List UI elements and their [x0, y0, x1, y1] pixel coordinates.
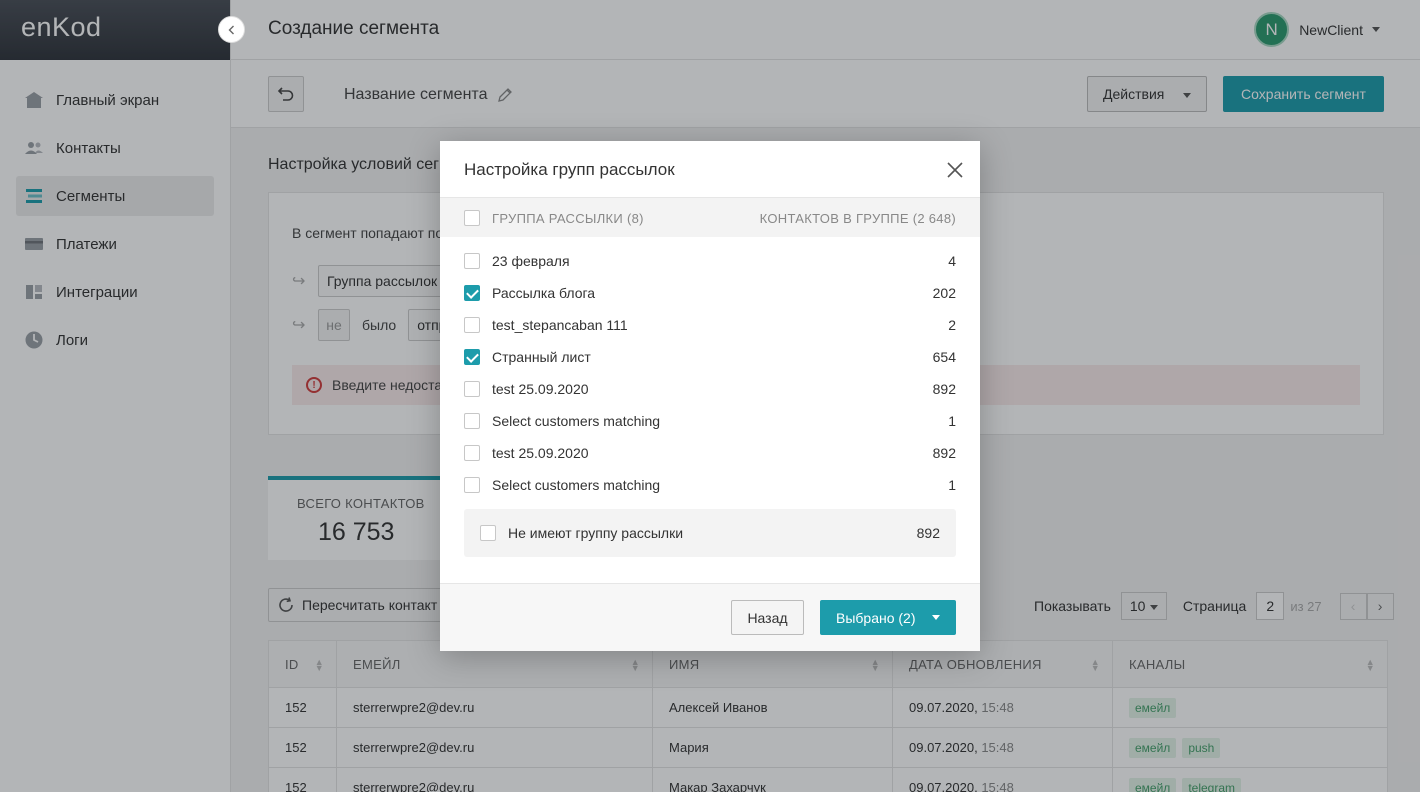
count-column-header: КОНТАКТОВ В ГРУППЕ (2 648) — [759, 211, 956, 226]
close-icon[interactable] — [945, 160, 965, 180]
selected-label: Выбрано (2) — [836, 609, 916, 626]
mailing-groups-modal: Настройка групп рассылок ГРУППА РАССЫЛКИ… — [440, 141, 980, 651]
group-checkbox[interactable] — [464, 445, 480, 461]
list-item[interactable]: Select customers matching 1 — [440, 469, 980, 501]
modal-title: Настройка групп рассылок — [464, 160, 675, 179]
list-item[interactable]: Select customers matching 1 — [440, 405, 980, 437]
group-checkbox[interactable] — [464, 285, 480, 301]
no-group-item[interactable]: Не имеют группу рассылки 892 — [464, 509, 956, 557]
group-name: 23 февраля — [492, 253, 570, 269]
no-group-count: 892 — [916, 525, 940, 541]
list-item[interactable]: Рассылка блога 202 — [440, 277, 980, 309]
group-count: 202 — [932, 285, 956, 301]
back-button[interactable]: Назад — [731, 600, 804, 635]
collapse-sidebar-button[interactable] — [218, 16, 245, 43]
group-count: 1 — [948, 413, 956, 429]
group-count: 4 — [948, 253, 956, 269]
group-count: 654 — [932, 349, 956, 365]
selected-dropdown-button[interactable]: Выбрано (2) — [820, 600, 956, 635]
group-checkbox[interactable] — [464, 349, 480, 365]
groups-header: ГРУППА РАССЫЛКИ (8) КОНТАКТОВ В ГРУППЕ (… — [440, 197, 980, 237]
group-count: 2 — [948, 317, 956, 333]
caret-down-icon — [932, 615, 940, 620]
group-name: test 25.09.2020 — [492, 445, 589, 461]
group-name: test_stepancaban 111 — [492, 317, 628, 333]
group-count: 1 — [948, 477, 956, 493]
group-name: Странный лист — [492, 349, 591, 365]
group-count: 892 — [932, 381, 956, 397]
no-group-checkbox[interactable] — [480, 525, 496, 541]
list-item[interactable]: test 25.09.2020 892 — [440, 437, 980, 469]
select-all-checkbox[interactable] — [464, 210, 480, 226]
group-checkbox[interactable] — [464, 477, 480, 493]
group-checkbox[interactable] — [464, 317, 480, 333]
group-name: Select customers matching — [492, 477, 661, 493]
modal-footer: Назад Выбрано (2) — [440, 583, 980, 651]
list-item[interactable]: Странный лист 654 — [440, 341, 980, 373]
group-checkbox[interactable] — [464, 413, 480, 429]
groups-list: 23 февраля 4 Рассылка блога 202 test_ste… — [440, 245, 980, 501]
group-checkbox[interactable] — [464, 253, 480, 269]
group-name: Рассылка блога — [492, 285, 596, 301]
chevron-left-icon — [228, 25, 234, 34]
group-count: 892 — [932, 445, 956, 461]
group-checkbox[interactable] — [464, 381, 480, 397]
list-item[interactable]: test_stepancaban 111 2 — [440, 309, 980, 341]
list-item[interactable]: test 25.09.2020 892 — [440, 373, 980, 405]
group-name: Select customers matching — [492, 413, 661, 429]
group-name: test 25.09.2020 — [492, 381, 589, 397]
no-group-label: Не имеют группу рассылки — [508, 525, 684, 541]
group-column-header: ГРУППА РАССЫЛКИ (8) — [492, 211, 644, 226]
list-item[interactable]: 23 февраля 4 — [440, 245, 980, 277]
